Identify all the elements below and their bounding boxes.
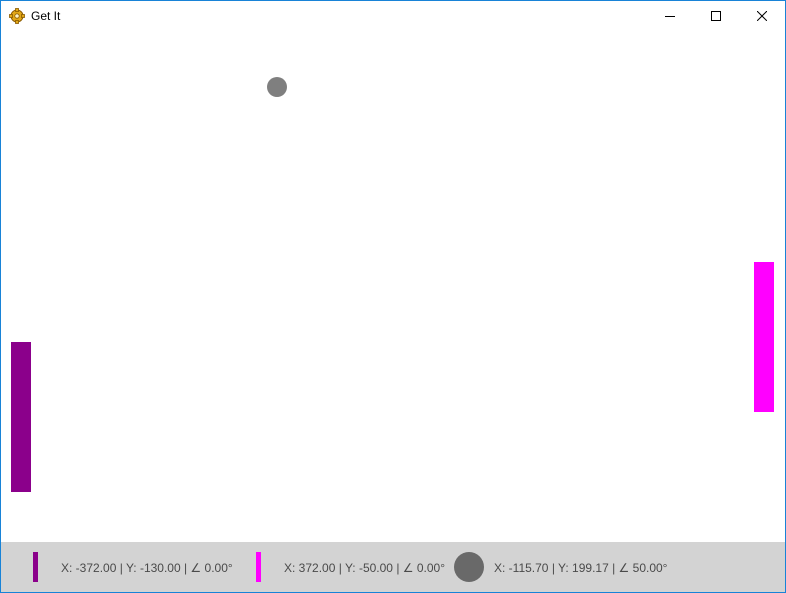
left-paddle-swatch	[33, 552, 38, 582]
ball	[267, 77, 287, 97]
maximize-button[interactable]	[693, 1, 739, 31]
window-title: Get It	[31, 9, 61, 23]
minimize-icon	[665, 16, 675, 17]
close-icon	[757, 11, 767, 21]
right-paddle	[754, 262, 774, 412]
close-button[interactable]	[739, 1, 785, 31]
minimize-button[interactable]	[647, 1, 693, 31]
game-canvas[interactable]	[1, 31, 785, 542]
ball-swatch	[454, 552, 484, 582]
app-gear-icon	[9, 8, 25, 24]
status-bar: X: -372.00 | Y: -130.00 | ∠ 0.00° X: 372…	[1, 542, 785, 592]
app-window: Get It X: -372.00 | Y: -130.00 | ∠ 0.00°…	[0, 0, 786, 593]
right-paddle-coordinates: X: 372.00 | Y: -50.00 | ∠ 0.00°	[284, 561, 446, 575]
left-paddle-coordinates: X: -372.00 | Y: -130.00 | ∠ 0.00°	[61, 561, 233, 575]
right-paddle-swatch	[256, 552, 261, 582]
left-paddle	[11, 342, 31, 492]
ball-coordinates: X: -115.70 | Y: 199.17 | ∠ 50.00°	[494, 561, 668, 575]
maximize-icon	[711, 11, 721, 21]
title-bar[interactable]: Get It	[1, 1, 785, 31]
